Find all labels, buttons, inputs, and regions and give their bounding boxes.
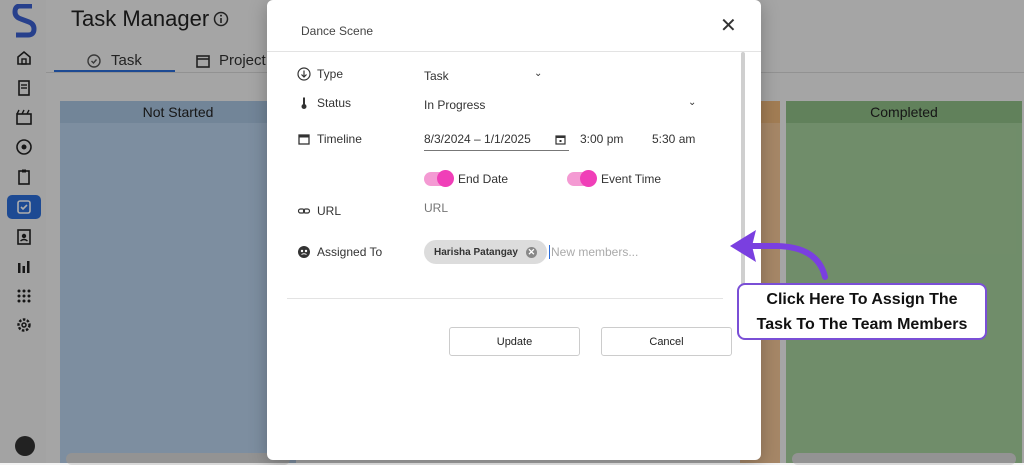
toggle-knob	[580, 170, 597, 187]
url-label: URL	[297, 204, 341, 218]
cancel-button[interactable]: Cancel	[601, 327, 732, 356]
instruction-callout: Click Here To Assign The Task To The Tea…	[737, 283, 987, 340]
event-time-label: Event Time	[601, 172, 662, 186]
edit-task-dialog: Dance Scene ✕ Type Task ⌄ Status In Prog…	[267, 0, 761, 460]
arrow-down-circle-icon	[297, 67, 311, 81]
type-select[interactable]: Task ⌄	[424, 67, 544, 85]
type-label: Type	[297, 67, 343, 81]
new-members-input[interactable]: New members...	[551, 245, 638, 259]
chevron-down-icon: ⌄	[534, 68, 543, 79]
assignee-chip[interactable]: Harisha Patangay ✕	[424, 240, 547, 264]
end-date-label: End Date	[458, 172, 509, 186]
timeline-date-range[interactable]: 8/3/2024 – 1/1/2025	[424, 132, 531, 146]
timeline-underline	[424, 150, 569, 151]
date-picker-icon[interactable]	[555, 134, 566, 145]
update-button[interactable]: Update	[449, 327, 580, 356]
close-icon[interactable]: ✕	[720, 16, 737, 36]
remove-chip-icon[interactable]: ✕	[525, 246, 537, 258]
status-label: Status	[297, 96, 351, 110]
thermometer-icon	[301, 97, 307, 109]
start-time[interactable]: 3:00 pm	[580, 132, 623, 146]
calendar-icon	[298, 134, 310, 145]
callout-line-2: Task To The Team Members	[756, 315, 968, 333]
dialog-header-divider	[267, 51, 761, 52]
end-date-toggle[interactable]	[424, 170, 454, 187]
people-icon	[298, 246, 310, 258]
text-cursor	[549, 245, 550, 259]
status-value: In Progress	[424, 98, 486, 112]
end-time[interactable]: 5:30 am	[652, 132, 695, 146]
assigned-to-label: Assigned To	[297, 245, 382, 259]
callout-arrow-icon	[730, 230, 828, 280]
toggle-knob	[437, 170, 454, 187]
dialog-title: Dance Scene	[301, 24, 374, 38]
url-input[interactable]	[422, 200, 686, 216]
link-icon	[297, 208, 311, 214]
timeline-label: Timeline	[297, 132, 362, 146]
dialog-section-divider	[287, 298, 723, 299]
assignee-name: Harisha Patangay	[434, 246, 518, 258]
chevron-down-icon: ⌄	[688, 97, 697, 108]
type-value: Task	[424, 69, 449, 83]
callout-line-1: Click Here To Assign The	[766, 290, 958, 308]
event-time-toggle[interactable]	[567, 170, 597, 187]
status-select[interactable]: In Progress ⌄	[424, 96, 698, 114]
